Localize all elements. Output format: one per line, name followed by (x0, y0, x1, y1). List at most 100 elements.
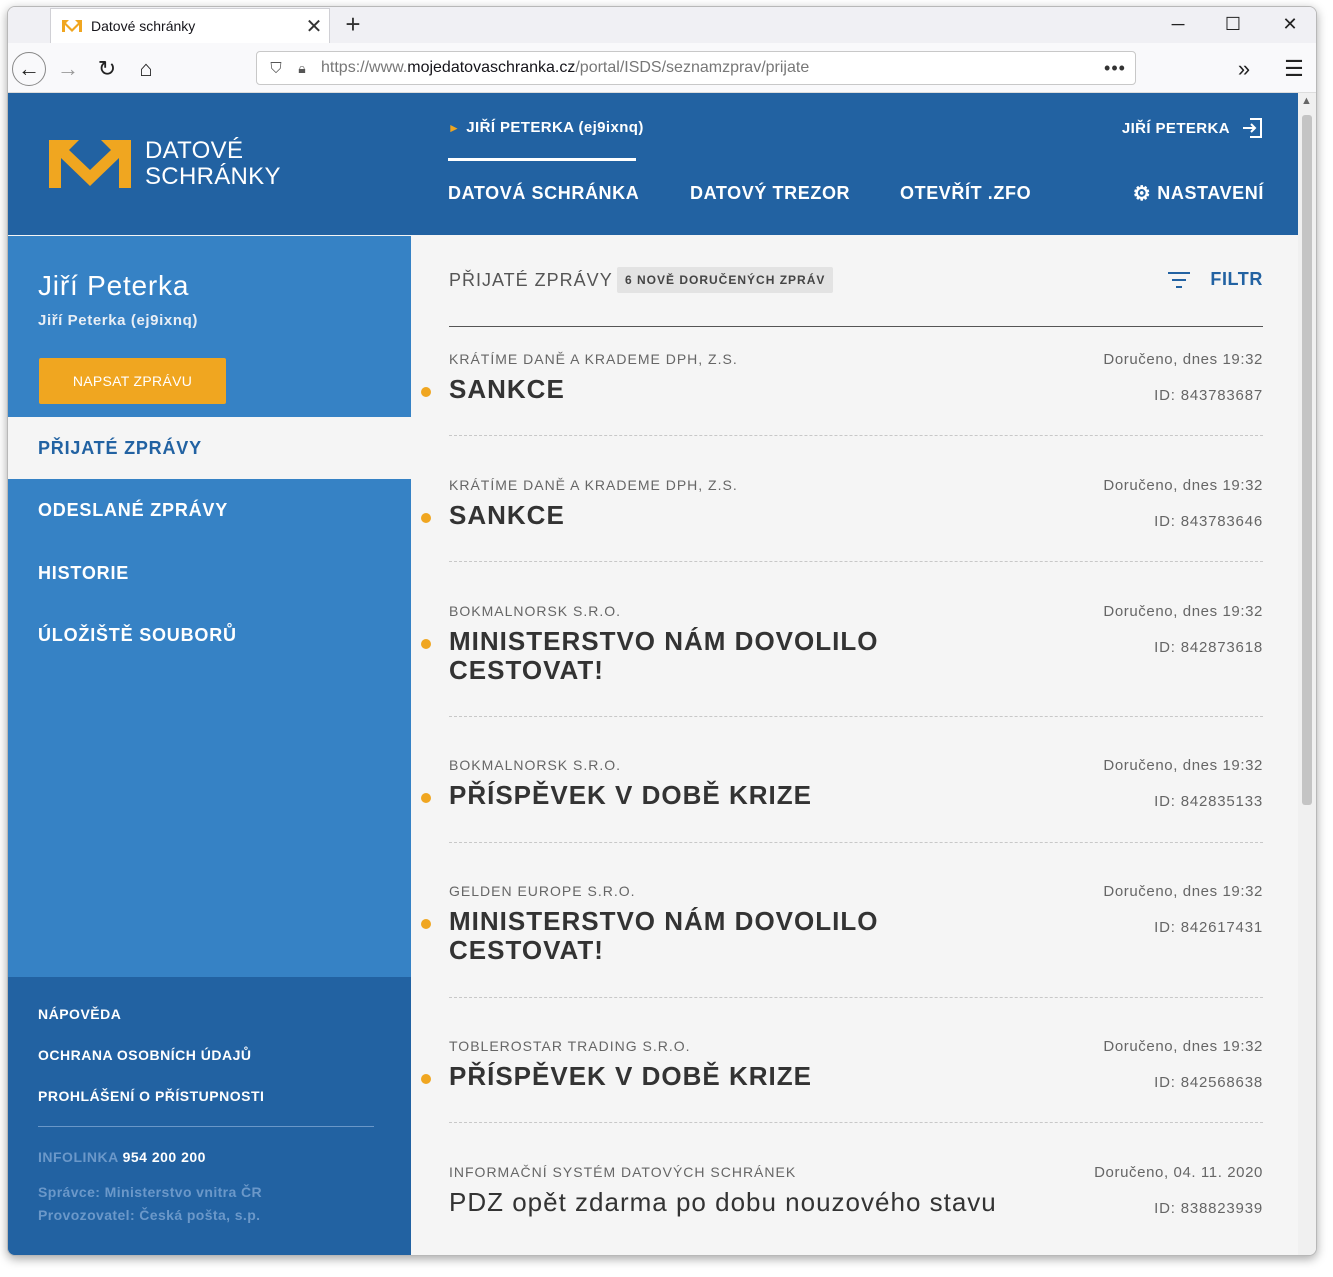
url-host: mojedatovaschranka.cz (407, 59, 576, 76)
message-subject[interactable]: MINISTERSTVO NÁM DOVOLILO CESTOVAT! (449, 627, 1009, 685)
minimize-icon[interactable]: ─ (1158, 10, 1198, 40)
sidebar-footer: NÁPOVĚDA OCHRANA OSOBNÍCH ÚDAJŮ PROHLÁŠE… (8, 977, 411, 1255)
message-sender: GELDEN EUROPE S.R.O. (449, 883, 636, 899)
sidebar-item-odeslane[interactable]: ODESLANÉ ZPRÁVY (8, 479, 411, 541)
new-tab-icon[interactable]: + (338, 9, 368, 39)
page-title: PŘIJATÉ ZPRÁVY (449, 270, 613, 290)
logo-line-1: DATOVÉ (145, 137, 244, 164)
message-sender: BOKMALNORSK S.R.O. (449, 603, 622, 619)
nav-settings[interactable]: ⚙ NASTAVENÍ (1133, 181, 1264, 206)
message-id: ID: 842835133 (1154, 793, 1263, 810)
message-sender: INFORMAČNÍ SYSTÉM DATOVÝCH SCHRÁNEK (449, 1164, 797, 1180)
reload-icon[interactable]: ↻ (91, 53, 123, 85)
message-subject[interactable]: PŘÍSPĚVEK V DOBĚ KRIZE (449, 1062, 1009, 1091)
message-subject[interactable]: PŘÍSPĚVEK V DOBĚ KRIZE (449, 781, 1009, 810)
sidebar-item-prijate[interactable]: PŘIJATÉ ZPRÁVY (8, 417, 411, 479)
message-subject[interactable]: PDZ opět zdarma po dobu nouzového stavu (449, 1188, 1149, 1217)
message-id: ID: 842568638 (1154, 1074, 1263, 1091)
unread-dot-icon (421, 919, 431, 929)
infolinka: INFOLINKA 954 200 200 (38, 1149, 206, 1165)
unread-dot-icon (421, 387, 431, 397)
window-close-icon[interactable]: ✕ (1270, 10, 1310, 40)
infolinka-number[interactable]: 954 200 200 (123, 1149, 206, 1165)
filter-button[interactable]: FILTR (1168, 269, 1263, 290)
message-date: Doručeno, dnes 19:32 (1103, 477, 1263, 494)
logo-mark-icon (49, 140, 131, 188)
logo-line-2: SCHRÁNKY (145, 163, 281, 190)
compose-message-button[interactable]: NAPSAT ZPRÁVU (39, 358, 226, 404)
address-bar[interactable]: ⛉ 🔒︎ https://www.mojedatovaschranka.cz/p… (256, 51, 1136, 85)
message-sender: BOKMALNORSK S.R.O. (449, 757, 622, 773)
message-id: ID: 842617431 (1154, 919, 1263, 936)
site-logo[interactable]: DATOVÉ SCHRÁNKY (49, 138, 281, 190)
message-subject[interactable]: SANKCE (449, 375, 1009, 404)
browser-window: Datové schránky ✕ + ─ ☐ ✕ ← → ↻ ⌂ ⛉ 🔒︎ h… (7, 6, 1317, 1256)
triangle-right-icon: ► (448, 121, 461, 135)
vertical-scrollbar[interactable]: ▲ (1298, 93, 1316, 1255)
current-box-label: JIŘÍ PETERKA (ej9ixnq) (466, 119, 644, 136)
message-separator (449, 842, 1263, 843)
provozovatel-text: Provozovatel: Česká pošta, s.p. (38, 1207, 261, 1223)
logo-text: DATOVÉ SCHRÁNKY (145, 138, 281, 190)
browser-tab[interactable]: Datové schránky ✕ (50, 8, 330, 43)
filter-icon (1168, 271, 1191, 288)
message-date: Doručeno, dnes 19:32 (1103, 883, 1263, 900)
page: DATOVÉ SCHRÁNKY ► JIŘÍ PETERKA (ej9ixnq) … (8, 93, 1298, 1255)
sidebar: Jiří Peterka Jiří Peterka (ej9ixnq) NAPS… (8, 236, 411, 1255)
new-messages-badge: 6 NOVĚ DORUČENÝCH ZPRÁV (617, 267, 834, 293)
scrollbar-thumb[interactable] (1302, 115, 1312, 805)
message-separator (449, 561, 1263, 562)
forward-icon[interactable]: → (52, 53, 84, 85)
tracking-shield-icon[interactable]: ⛉ (261, 60, 291, 77)
menu-icon[interactable]: ☰ (1278, 53, 1310, 85)
accessibility-link[interactable]: PROHLÁŠENÍ O PŘÍSTUPNOSTI (38, 1088, 264, 1104)
message-date: Doručeno, dnes 19:32 (1103, 757, 1263, 774)
message-date: Doručeno, dnes 19:32 (1103, 1038, 1263, 1055)
message-id: ID: 843783687 (1154, 387, 1263, 404)
navigation-bar: ← → ↻ ⌂ ⛉ 🔒︎ https://www.mojedatovaschra… (8, 43, 1316, 93)
message-subject[interactable]: SANKCE (449, 501, 1009, 530)
message-date: Doručeno, dnes 19:32 (1103, 351, 1263, 368)
nav-datova-schranka[interactable]: DATOVÁ SCHRÁNKA (448, 183, 639, 204)
maximize-icon[interactable]: ☐ (1213, 10, 1253, 40)
nav-datovy-trezor[interactable]: DATOVÝ TREZOR (690, 183, 850, 204)
message-sender: KRÁTÍME DANĚ A KRADEME DPH, Z.S. (449, 477, 738, 493)
message-subject[interactable]: MINISTERSTVO NÁM DOVOLILO CESTOVAT! (449, 907, 1009, 965)
current-box-underline (448, 158, 636, 161)
help-link[interactable]: NÁPOVĚDA (38, 1006, 121, 1022)
settings-label: NASTAVENÍ (1157, 183, 1264, 203)
url-prefix: https://www. (321, 59, 408, 76)
nav-otevrit-zfo[interactable]: OTEVŘÍT .ZFO (900, 183, 1031, 204)
sidebar-item-uloziste[interactable]: ÚLOŽIŠTĚ SOUBORŮ (8, 604, 411, 666)
back-icon[interactable]: ← (12, 52, 46, 86)
user-name-label: JIŘÍ PETERKA (1121, 119, 1230, 137)
message-id: ID: 843783646 (1154, 513, 1263, 530)
message-separator (449, 435, 1263, 436)
scroll-up-icon[interactable]: ▲ (1301, 95, 1312, 107)
logout-link[interactable]: JIŘÍ PETERKA (1122, 116, 1264, 140)
home-icon[interactable]: ⌂ (130, 53, 162, 85)
unread-dot-icon (421, 639, 431, 649)
spravce-text: Správce: Ministerstvo vnitra ČR (38, 1184, 263, 1200)
lock-icon[interactable]: 🔒︎ (291, 60, 313, 77)
page-actions-icon[interactable]: ••• (1095, 58, 1135, 79)
message-id: ID: 838823939 (1154, 1200, 1263, 1217)
sidebar-item-historie[interactable]: HISTORIE (8, 542, 411, 604)
message-separator (449, 1122, 1263, 1123)
header-rule (449, 326, 1263, 327)
message-sender: KRÁTÍME DANĚ A KRADEME DPH, Z.S. (449, 351, 738, 367)
current-box[interactable]: ► JIŘÍ PETERKA (ej9ixnq) (448, 119, 644, 136)
url-text[interactable]: https://www.mojedatovaschranka.cz/portal… (321, 59, 1095, 77)
filter-label: FILTR (1210, 269, 1263, 289)
privacy-link[interactable]: OCHRANA OSOBNÍCH ÚDAJŮ (38, 1047, 252, 1063)
tab-title: Datové schránky (91, 18, 196, 34)
infolinka-label: INFOLINKA (38, 1149, 119, 1165)
message-date: Doručeno, dnes 19:32 (1103, 603, 1263, 620)
close-tab-icon[interactable]: ✕ (299, 14, 329, 39)
logout-icon (1243, 118, 1262, 138)
url-path: /portal/ISDS/seznamzprav/prijate (575, 59, 810, 76)
message-date: Doručeno, 04. 11. 2020 (1094, 1164, 1263, 1181)
sidebar-user-sub: Jiří Peterka (ej9ixnq) (38, 312, 198, 329)
overflow-icon[interactable]: » (1228, 53, 1260, 85)
site-header: DATOVÉ SCHRÁNKY ► JIŘÍ PETERKA (ej9ixnq) … (8, 93, 1298, 235)
